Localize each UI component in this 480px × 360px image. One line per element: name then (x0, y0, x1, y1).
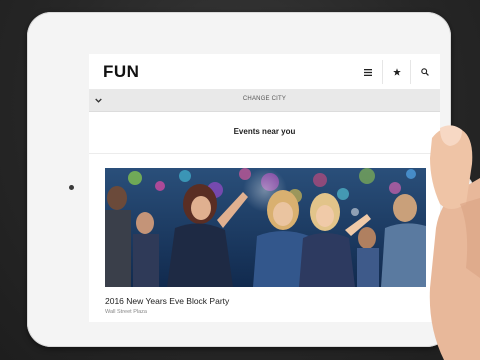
event-image[interactable] (105, 168, 426, 287)
event-title[interactable]: 2016 New Years Eve Block Party (105, 296, 229, 306)
party-photo (105, 168, 426, 287)
section-title: Events near you (233, 127, 296, 136)
camera-dot (69, 185, 74, 190)
change-city-label[interactable]: CHANGE CITY (89, 96, 440, 102)
tablet-frame: FUN CHANGE CITY Events near you 2016 New… (27, 12, 473, 347)
change-city-bar[interactable]: CHANGE CITY (89, 89, 440, 112)
app-logo[interactable]: FUN (103, 62, 139, 82)
hand (429, 125, 480, 360)
search-icon (421, 68, 429, 76)
event-card[interactable]: 2016 New Years Eve Block Party Wall Stre… (105, 168, 426, 318)
menu-button[interactable] (354, 60, 382, 84)
event-venue: Wall Street Plaza (105, 309, 147, 315)
star-icon (393, 68, 401, 76)
app-screen: FUN CHANGE CITY Events near you 2016 New… (89, 54, 440, 322)
favorites-button[interactable] (382, 60, 411, 84)
search-button[interactable] (410, 60, 439, 84)
section-divider (89, 153, 440, 154)
app-header: FUN (89, 54, 440, 90)
menu-icon (364, 68, 372, 76)
